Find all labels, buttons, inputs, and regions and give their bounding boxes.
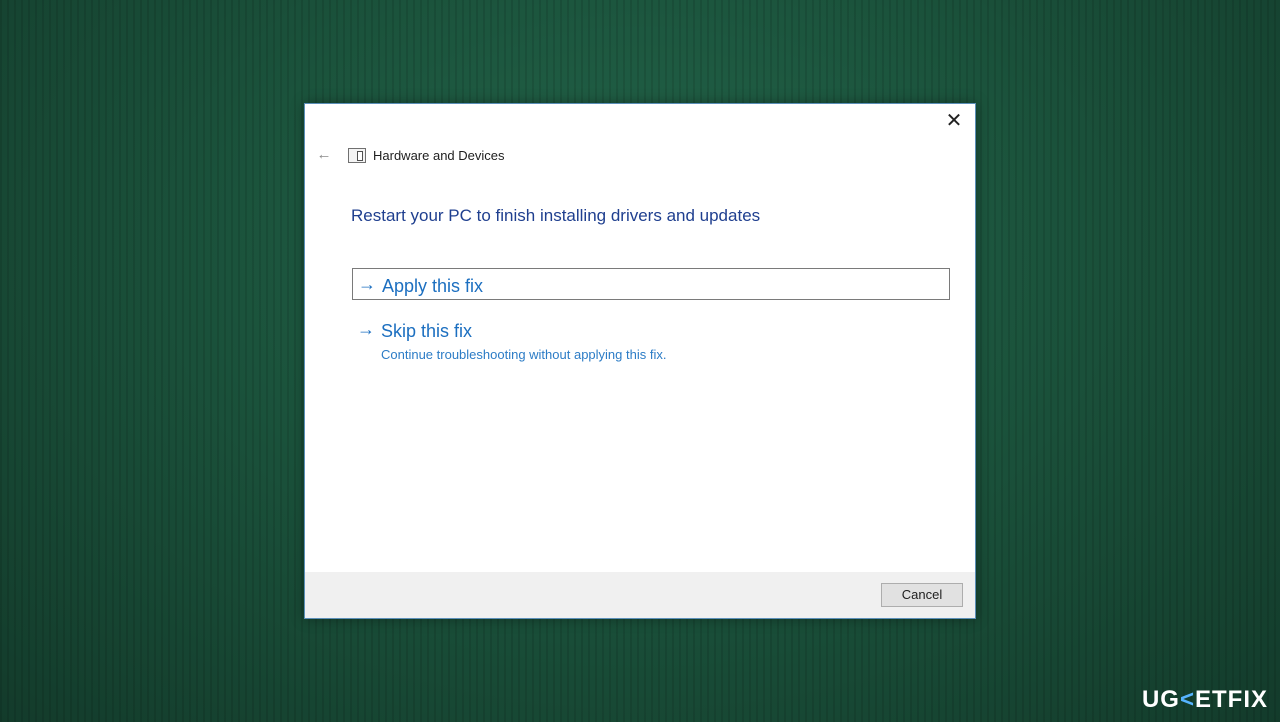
arrow-right-icon: → [357, 319, 375, 339]
dialog-footer: Cancel [305, 572, 975, 618]
page-heading: Restart your PC to finish installing dri… [351, 206, 761, 225]
watermark-logo: UG<ETFIX [1141, 686, 1268, 713]
back-button[interactable]: ← [315, 146, 333, 164]
dialog-title: Hardware and Devices [373, 148, 505, 163]
arrow-right-icon: → [358, 274, 376, 294]
close-button[interactable]: ✕ [941, 110, 967, 132]
skip-fix-option[interactable]: → Skip this fix Continue troubleshooting… [352, 318, 948, 368]
apply-fix-option[interactable]: → Apply this fix [352, 268, 950, 300]
troubleshooter-dialog: ✕ ← Hardware and Devices Restart your PC… [304, 103, 976, 619]
cancel-button[interactable]: Cancel [881, 583, 963, 607]
close-icon: ✕ [945, 110, 963, 132]
apply-fix-label: Apply this fix [382, 276, 484, 296]
skip-fix-label: Skip this fix [381, 321, 473, 341]
back-arrow-icon: ← [316, 146, 332, 163]
skip-fix-description: Continue troubleshooting without applyin… [381, 347, 667, 362]
hardware-devices-icon [348, 148, 366, 163]
